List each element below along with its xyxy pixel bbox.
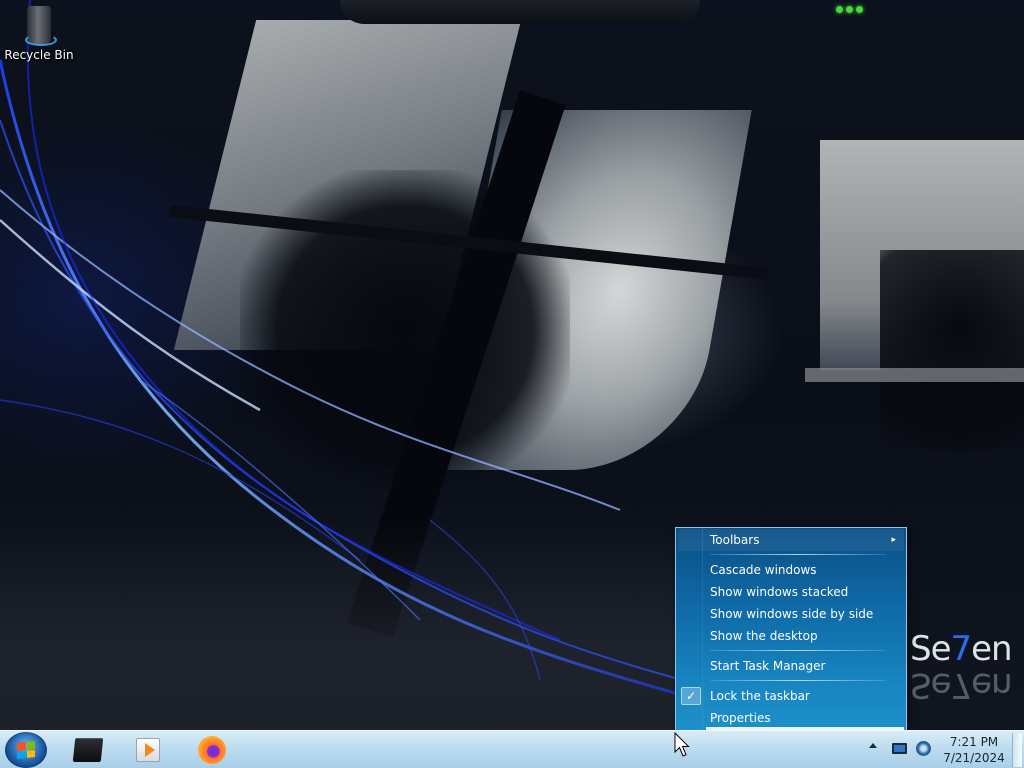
menu-item-show-windows-side-by-side[interactable]: Show windows side by side <box>678 603 904 625</box>
menu-item-label: Toolbars <box>710 533 760 547</box>
taskbar-app-media-player[interactable] <box>132 734 164 766</box>
clock-date: 7/21/2024 <box>943 751 1005 765</box>
menu-item-label: Show windows side by side <box>710 607 874 621</box>
taskbar-app-explorer[interactable] <box>72 734 104 766</box>
menu-item-label: Start Task Manager <box>710 659 826 673</box>
media-player-icon <box>136 738 160 762</box>
submenu-arrow-icon: ▸ <box>891 535 896 545</box>
desktop-icon-label: Recycle Bin <box>4 48 74 62</box>
checkmark-icon: ✓ <box>681 687 701 705</box>
firefox-icon <box>198 736 226 764</box>
show-desktop-button[interactable] <box>1012 733 1022 767</box>
network-icon[interactable] <box>916 741 931 756</box>
taskbar-clock[interactable]: 7:21 PM 7/21/2024 <box>940 734 1008 766</box>
menu-item-show-windows-stacked[interactable]: Show windows stacked <box>678 581 904 603</box>
explorer-icon <box>72 738 104 762</box>
menu-item-toolbars[interactable]: Toolbars ▸ <box>678 529 904 551</box>
wallpaper-logo: Se7en <box>910 629 1013 669</box>
menu-item-cascade-windows[interactable]: Cascade windows <box>678 559 904 581</box>
menu-item-label: Show windows stacked <box>710 585 849 599</box>
menu-item-label: Cascade windows <box>710 563 817 577</box>
taskbar-app-firefox[interactable] <box>196 734 228 766</box>
menu-item-properties[interactable]: Properties <box>678 707 904 729</box>
menu-separator <box>678 647 904 655</box>
recycle-bin-icon <box>25 6 57 46</box>
menu-item-start-task-manager[interactable]: Start Task Manager <box>678 655 904 677</box>
menu-item-label: Properties <box>710 711 771 725</box>
clock-time: 7:21 PM <box>949 735 999 749</box>
menu-item-label: Show the desktop <box>710 629 818 643</box>
taskbar[interactable]: 7:21 PM 7/21/2024 <box>0 730 1024 768</box>
menu-item-lock-the-taskbar[interactable]: ✓ Lock the taskbar <box>678 685 904 707</box>
mouse-cursor-icon <box>674 732 690 757</box>
menu-item-show-the-desktop[interactable]: Show the desktop <box>678 625 904 647</box>
action-center-monitor-icon[interactable] <box>892 743 907 754</box>
show-hidden-icons-arrow-icon[interactable] <box>869 743 877 748</box>
wallpaper-logo-reflection: Se7en <box>910 665 1012 705</box>
menu-item-label: Lock the taskbar <box>710 689 810 703</box>
menu-separator <box>678 677 904 685</box>
taskbar-context-menu: Toolbars ▸ Cascade windows Show windows … <box>675 527 907 731</box>
windows-logo-icon <box>17 741 35 759</box>
start-button[interactable] <box>5 732 47 768</box>
menu-separator <box>678 551 904 559</box>
desktop-icon-recycle-bin[interactable]: Recycle Bin <box>4 6 74 62</box>
